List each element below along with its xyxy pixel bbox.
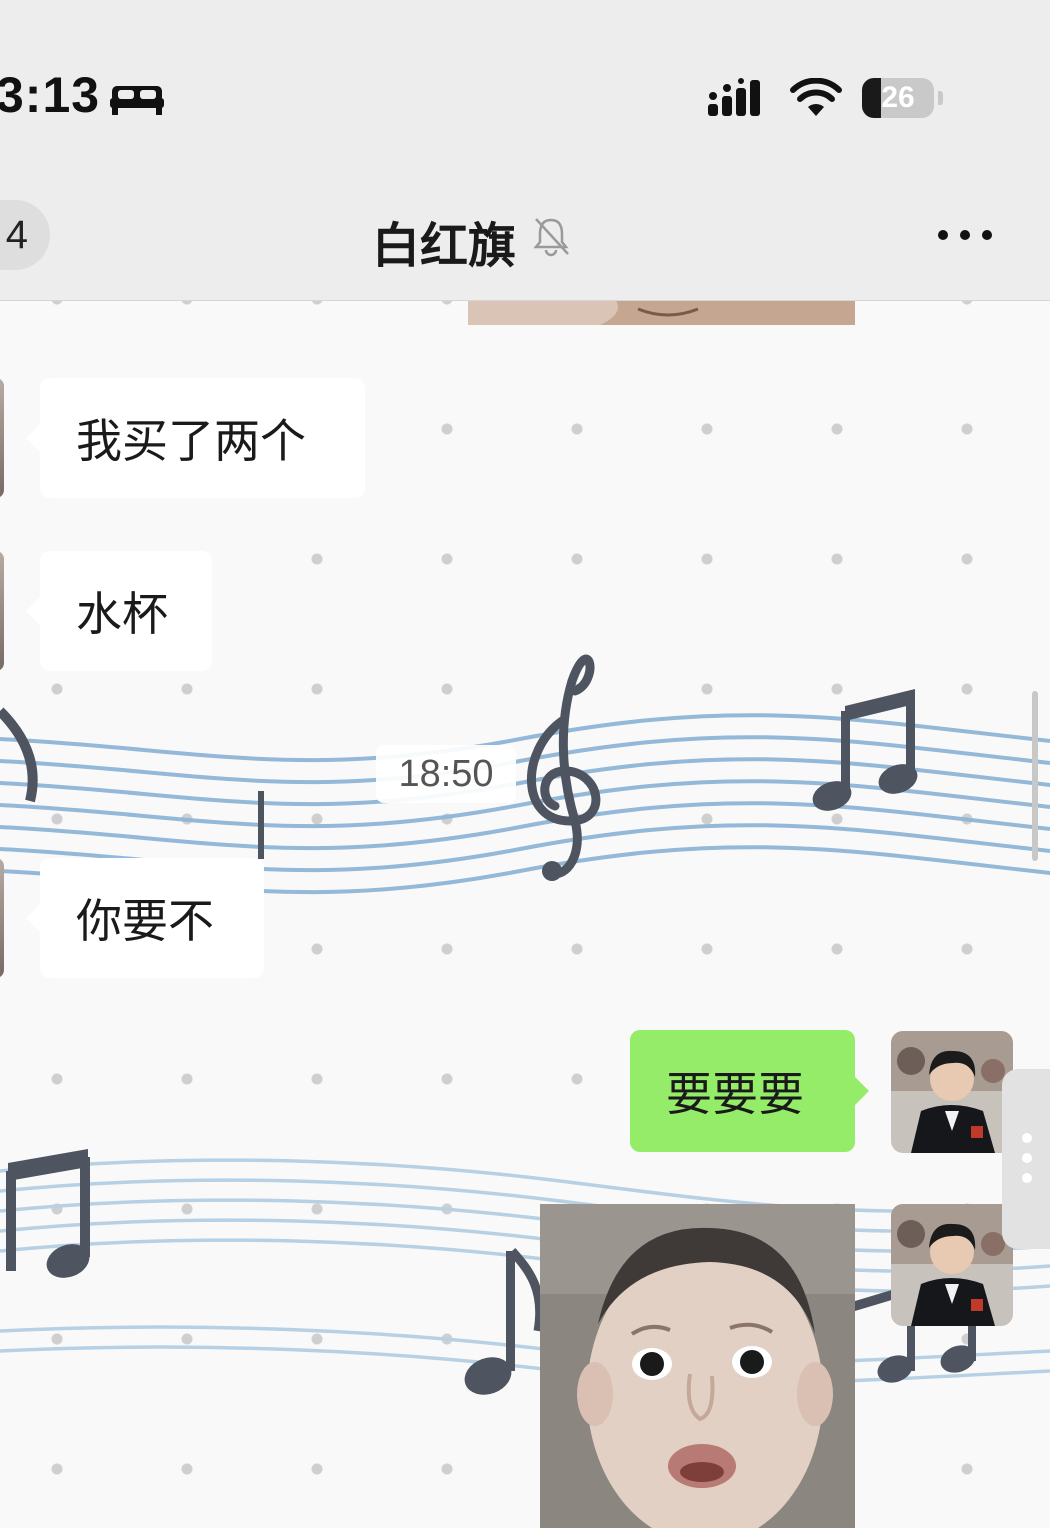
battery-icon: 26 xyxy=(862,78,934,118)
message-text: 要要要 xyxy=(666,1067,804,1121)
back-button[interactable]: 4 xyxy=(0,200,50,270)
status-time: 3:13 xyxy=(0,67,101,123)
my-avatar[interactable] xyxy=(891,1031,1013,1153)
wifi-icon xyxy=(790,78,842,116)
message-text: 水杯 xyxy=(76,587,168,641)
incoming-message[interactable]: 你要不 xyxy=(26,858,264,978)
baby-sticker-message[interactable] xyxy=(540,1204,855,1528)
outgoing-message[interactable]: 要要要 xyxy=(630,1030,869,1152)
chat-nav-bar: 4 白红旗 xyxy=(0,170,1050,301)
status-bar: 3:13 26 xyxy=(0,0,1050,170)
bed-icon xyxy=(110,86,164,115)
battery-percent: 26 xyxy=(881,81,915,114)
chat-area[interactable]: 我买了两个 水杯 18:50 你要不 要要要 xyxy=(0,301,1050,1528)
avatar-photo xyxy=(891,1031,1013,1153)
contact-avatar[interactable] xyxy=(0,858,4,978)
battery-cap xyxy=(938,91,943,105)
message-text: 我买了两个 xyxy=(76,414,306,468)
chat-title: 白红旗 xyxy=(372,218,517,274)
floating-side-handle[interactable] xyxy=(1002,1069,1050,1249)
unread-count: 4 xyxy=(5,213,28,257)
incoming-message[interactable]: 我买了两个 xyxy=(26,378,365,498)
contact-avatar[interactable] xyxy=(0,551,4,671)
message-text: 你要不 xyxy=(76,894,214,948)
avatar-photo xyxy=(891,1204,1013,1326)
incoming-message[interactable]: 水杯 xyxy=(26,551,212,671)
my-avatar[interactable] xyxy=(891,1204,1013,1326)
baby-face-sticker xyxy=(540,1204,855,1528)
previous-image-message[interactable] xyxy=(468,301,855,325)
previous-image-content xyxy=(468,301,855,325)
scrollbar[interactable] xyxy=(1032,691,1038,861)
more-options-icon[interactable] xyxy=(930,222,1000,248)
contact-avatar[interactable] xyxy=(0,378,4,498)
signal-icon xyxy=(708,78,760,116)
message-timestamp: 18:50 xyxy=(376,745,516,803)
mute-bell-icon xyxy=(533,218,569,257)
